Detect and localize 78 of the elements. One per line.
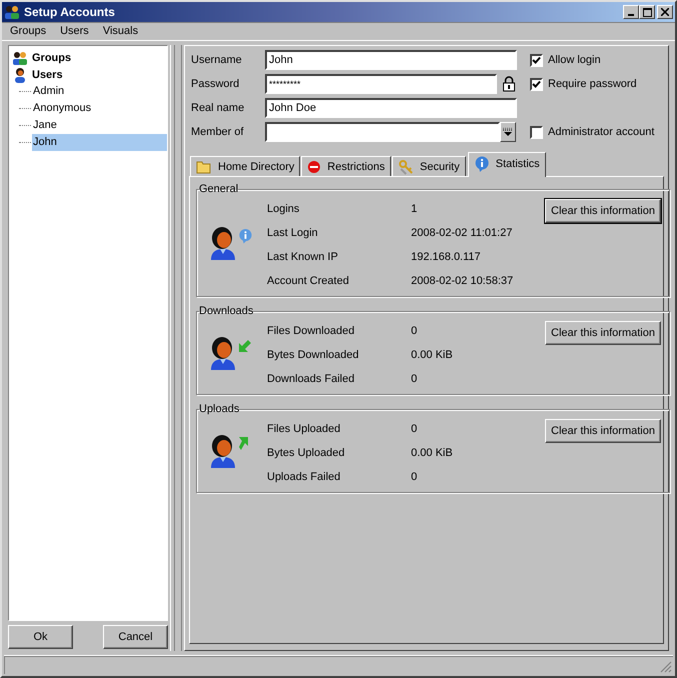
field-label: Password	[190, 78, 240, 90]
info-icon	[474, 156, 490, 172]
stat-value: 0	[411, 372, 418, 387]
stop-icon	[307, 160, 322, 174]
field-label: Real name	[190, 102, 246, 114]
checkbox-label: Allow login	[548, 54, 601, 66]
tab[interactable]: Home Directory	[190, 156, 300, 176]
stat-value: 2008-02-02 10:58:37	[411, 274, 514, 289]
close-icon	[661, 8, 669, 16]
group-title: General	[199, 183, 238, 195]
arrow-icon	[238, 338, 252, 352]
info-icon	[238, 228, 253, 244]
stat-label: Files Uploaded	[267, 422, 342, 437]
stat-label: Downloads Failed	[267, 372, 356, 387]
stat-value: 0	[411, 324, 418, 339]
field-label: Username	[190, 54, 243, 66]
window-title: Setup Accounts	[24, 5, 116, 19]
maximize-icon	[642, 8, 652, 16]
tree-item[interactable]: Admin	[32, 83, 167, 100]
tab[interactable]: Security	[392, 156, 466, 176]
clear-button[interactable]: Clear this information	[545, 321, 661, 345]
folder-icon	[196, 160, 212, 174]
stat-label: Logins	[267, 202, 300, 217]
stat-label: Bytes Downloaded	[267, 348, 360, 363]
clear-button[interactable]: Clear this information	[545, 419, 661, 443]
tab[interactable]: Restrictions	[301, 156, 391, 176]
checkbox[interactable]	[530, 126, 543, 138]
stat-value: 2008-02-02 11:01:27	[411, 226, 514, 241]
stat-value: 0.00 KiB	[411, 446, 454, 461]
checkbox[interactable]	[530, 54, 543, 66]
stat-value: 1	[411, 202, 418, 217]
stat-label: Account Created	[267, 274, 350, 289]
resize-grip-icon[interactable]	[660, 661, 672, 673]
cancel-button[interactable]: Cancel	[103, 625, 168, 649]
menu-item[interactable]: Users	[52, 25, 95, 37]
clear-button[interactable]: Clear this information	[545, 199, 661, 223]
checkbox-label: Administrator account	[548, 126, 654, 138]
field-label: Member of	[190, 126, 245, 138]
person-icon	[209, 226, 237, 260]
tree-item[interactable]: Anonymous	[32, 100, 167, 117]
stat-label: Bytes Uploaded	[267, 446, 346, 461]
person-icon	[209, 434, 237, 468]
group-title: Uploads	[199, 403, 240, 415]
tree-item[interactable]: John	[32, 134, 167, 151]
tab[interactable]: Statistics	[468, 152, 546, 177]
stat-value: 0	[411, 422, 418, 437]
user-icon	[12, 66, 28, 82]
menu-item[interactable]: Visuals	[94, 25, 144, 37]
input-field[interactable]: John Doe	[265, 98, 517, 118]
maximize-button[interactable]	[639, 5, 655, 19]
stat-value: 0.00 KiB	[411, 348, 454, 363]
tree-item[interactable]: Users	[9, 66, 167, 83]
caret-icon	[503, 128, 513, 136]
group-title: Downloads	[199, 305, 254, 317]
close-button[interactable]	[657, 5, 673, 19]
stat-label: Last Login	[267, 226, 319, 241]
input-field[interactable]: John	[265, 50, 517, 70]
stat-label: Files Downloaded	[267, 324, 356, 339]
stat-label: Uploads Failed	[267, 470, 342, 485]
person-icon	[209, 336, 237, 370]
tree-item[interactable]: Jane	[32, 117, 167, 134]
users-icon	[4, 4, 20, 20]
minimize-button[interactable]	[623, 5, 639, 19]
checkbox-label: Require password	[548, 78, 637, 90]
input-field[interactable]: *********	[265, 74, 497, 94]
dropdown-button[interactable]	[500, 122, 516, 142]
input-field[interactable]	[265, 122, 500, 142]
menu-item[interactable]: Groups	[2, 25, 52, 37]
ok-button[interactable]: Ok	[8, 625, 73, 649]
checkbox[interactable]	[530, 78, 543, 90]
stat-label: Last Known IP	[267, 250, 339, 265]
lock-icon[interactable]	[502, 76, 516, 92]
tree-item[interactable]: Groups	[9, 49, 167, 66]
keys-icon	[398, 158, 414, 174]
stat-value: 0	[411, 470, 418, 485]
stat-value: 192.168.0.117	[411, 250, 482, 265]
splitter[interactable]	[170, 45, 182, 651]
users-icon	[12, 50, 28, 66]
